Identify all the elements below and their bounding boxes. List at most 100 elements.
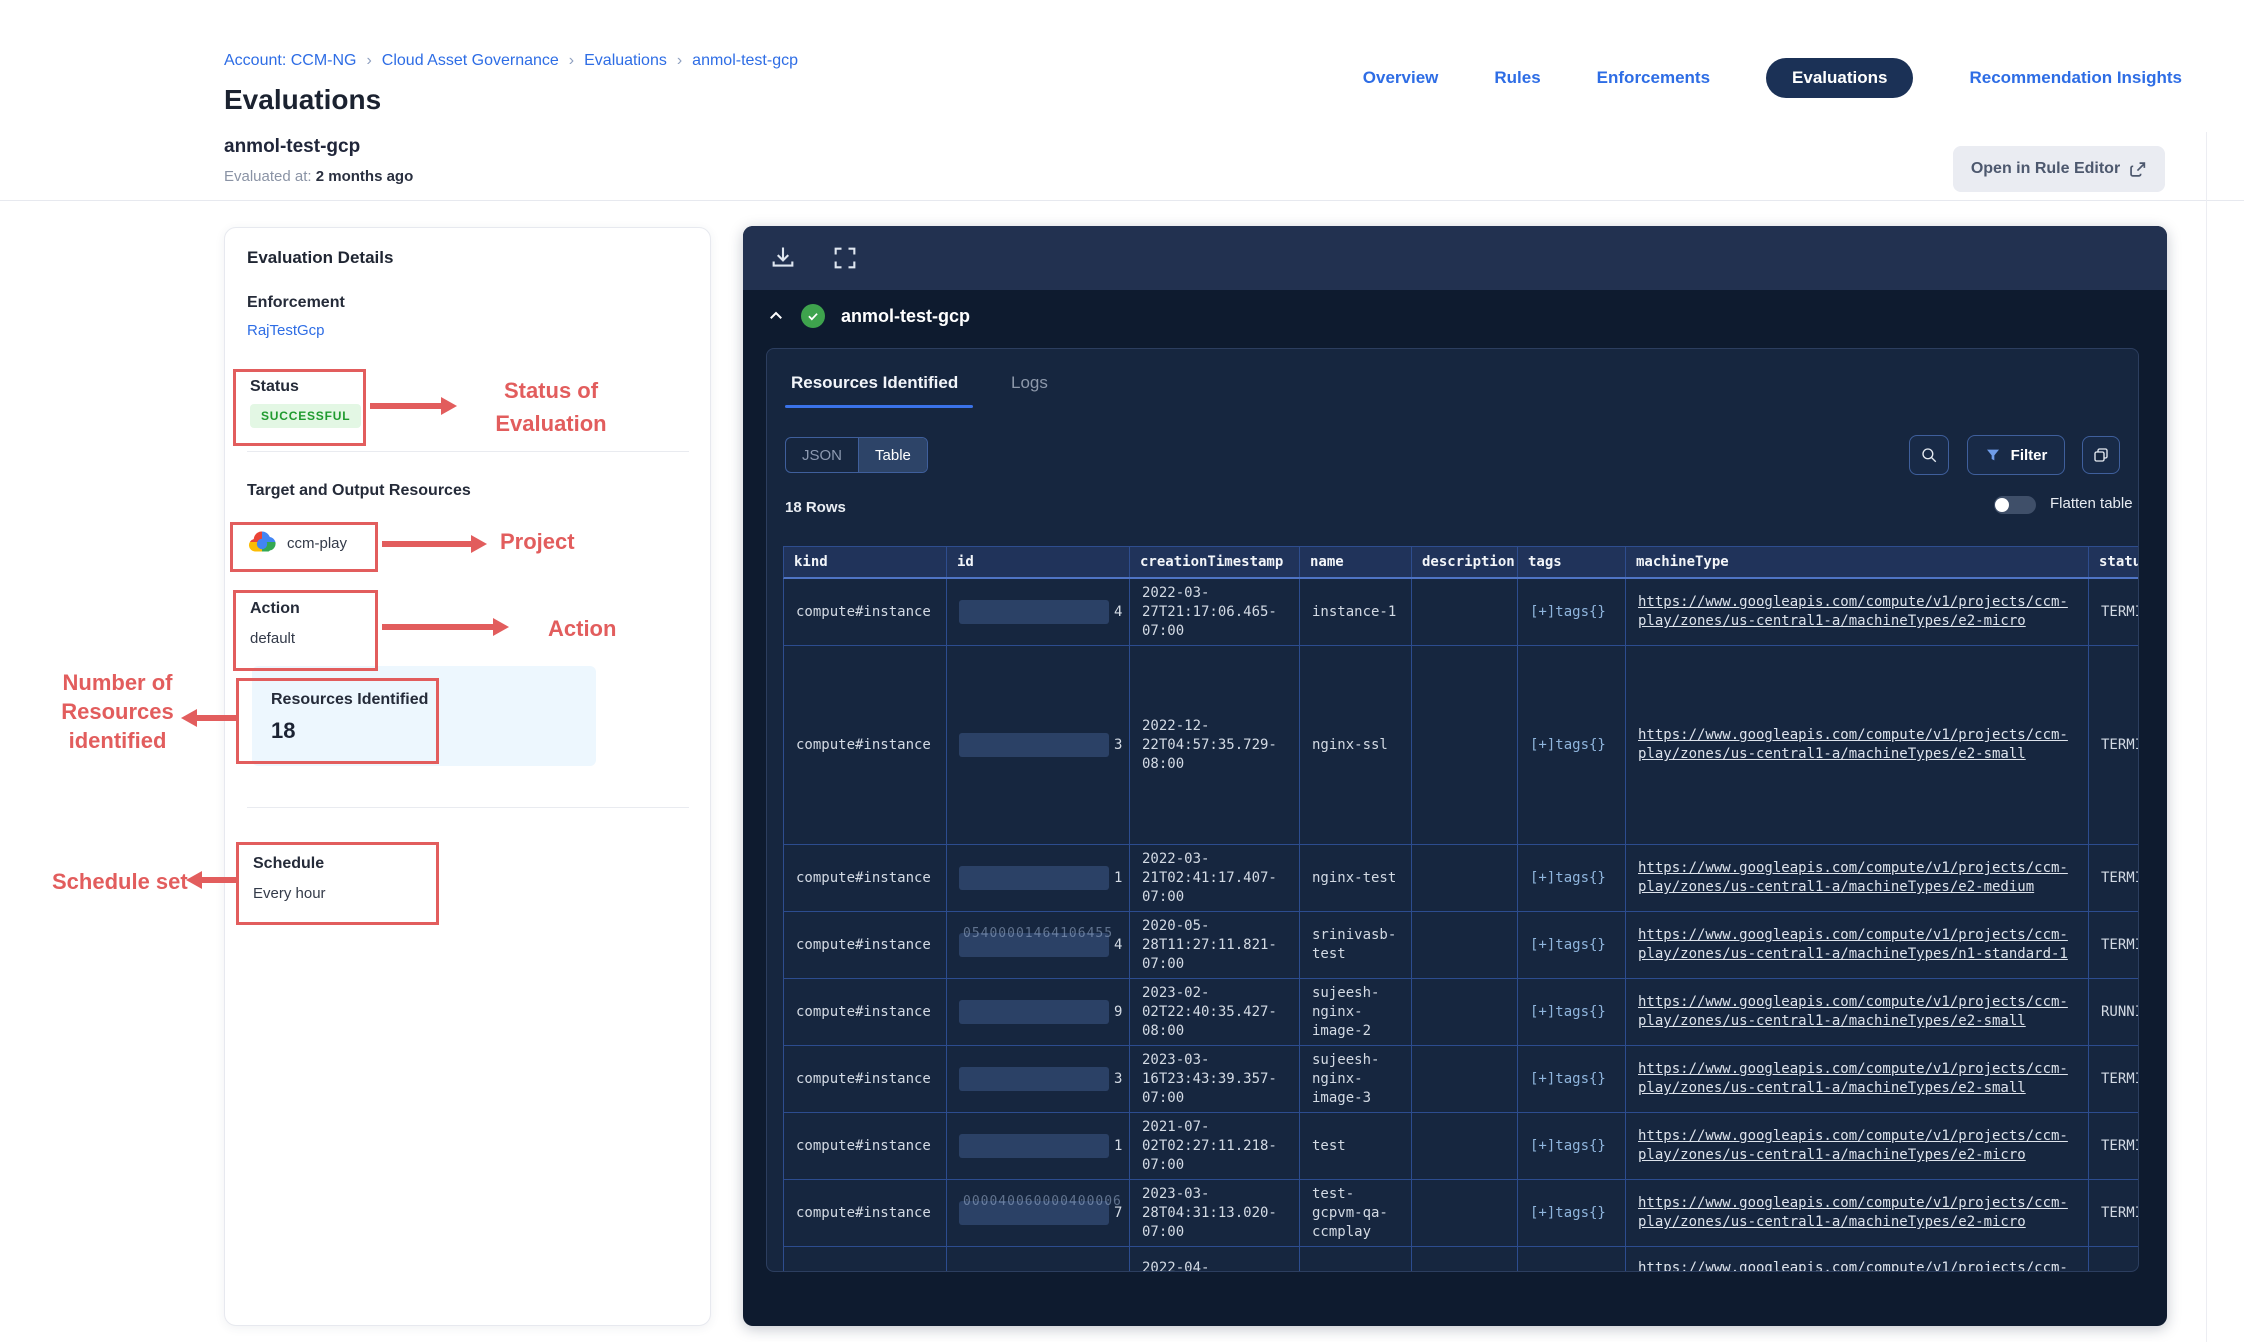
machine-type-link[interactable]: https://www.googleapis.com/compute/v1/pr…: [1638, 859, 2068, 897]
cell-name: srinivasb- test: [1300, 912, 1412, 978]
gcp-logo-icon: [247, 530, 277, 554]
cell-tags[interactable]: [+]tags{}: [1518, 1046, 1626, 1112]
breadcrumb: Account: CCM-NG › Cloud Asset Governance › E…: [224, 52, 798, 70]
id-trailing-digit: 1: [1114, 869, 1122, 888]
resources-identified-count: 18: [271, 718, 295, 744]
nav-item-rules[interactable]: Rules: [1494, 68, 1540, 88]
cell-machine-type: https://www.googleapis.com/compute/v1/pr…: [1626, 646, 2089, 844]
success-check-icon: [801, 304, 825, 328]
cell-status: TERMINATED: [2089, 1113, 2139, 1179]
cell-name: nginx-ssl: [1300, 646, 1412, 844]
cell-id: 3: [947, 1046, 1130, 1112]
machine-type-link[interactable]: https://www.googleapis.com/compute/v1/pr…: [1638, 1060, 2068, 1098]
filter-icon: [1985, 447, 2001, 463]
page-title: Evaluations: [224, 84, 381, 116]
machine-type-link[interactable]: https://www.googleapis.com/compute/v1/pr…: [1638, 726, 2068, 764]
external-link-icon: [2130, 161, 2147, 178]
cell-machine-type: https://www.googleapis.com/compute/v1/pr…: [1626, 979, 2089, 1045]
tab-resources-identified[interactable]: Resources Identified: [791, 373, 958, 393]
cell-tags[interactable]: [+]tags{}: [1518, 979, 1626, 1045]
cell-creation-timestamp: 2022-12- 22T04:57:35.729- 08:00: [1130, 646, 1300, 844]
view-toggle-json[interactable]: JSON: [786, 438, 858, 472]
flatten-toggle[interactable]: [1994, 496, 2036, 514]
id-trailing-digit: 4: [1114, 603, 1122, 622]
cell-description: [1412, 1180, 1518, 1246]
cell-machine-type: https://www.googleapis.com/compute/v1/pr…: [1626, 579, 2089, 645]
search-button[interactable]: [1909, 435, 1949, 475]
cell-description: [1412, 845, 1518, 911]
cell-status: TERMINATED: [2089, 646, 2139, 844]
breadcrumb-separator: ›: [569, 52, 574, 70]
cell-description: [1412, 1247, 1518, 1272]
nav-item-overview[interactable]: Overview: [1363, 68, 1439, 88]
panel-evaluation-title: anmol-test-gcp: [841, 306, 970, 327]
annotation-text-resources: Number of Resources identified: [40, 668, 195, 755]
open-in-rule-editor-button[interactable]: Open in Rule Editor: [1953, 146, 2165, 192]
nav-item-evaluations[interactable]: Evaluations: [1766, 58, 1913, 98]
cell-tags: [1518, 1247, 1626, 1272]
cell-kind: [784, 1247, 947, 1272]
cell-tags[interactable]: [+]tags{}: [1518, 579, 1626, 645]
cell-name: [1300, 1247, 1412, 1272]
cell-creation-timestamp: 2022-03- 27T21:17:06.465- 07:00: [1130, 579, 1300, 645]
details-title: Evaluation Details: [247, 248, 393, 268]
cell-tags[interactable]: [+]tags{}: [1518, 1180, 1626, 1246]
machine-type-link[interactable]: https://www.googleapis.com/compute/v1/pr…: [1638, 926, 2068, 964]
annotation-arrow-status: [370, 403, 442, 409]
table-row: compute#instance32023-03- 16T23:43:39.35…: [783, 1046, 2139, 1113]
cell-status: TERMINATED: [2089, 579, 2139, 645]
cell-status: [2089, 1247, 2139, 1272]
search-icon: [1920, 446, 1938, 464]
machine-type-link[interactable]: https://www.googleapis.com/compute/v1/pr…: [1638, 1194, 2068, 1232]
table-row: compute#instance0540000146410645542020-0…: [783, 912, 2139, 979]
cell-kind: compute#instance: [784, 1180, 947, 1246]
cell-tags[interactable]: [+]tags{}: [1518, 646, 1626, 844]
panel-title-row: anmol-test-gcp: [767, 304, 970, 328]
nav-item-enforcements[interactable]: Enforcements: [1597, 68, 1710, 88]
header-divider: [0, 200, 2244, 201]
enforcement-link[interactable]: RajTestGcp: [247, 322, 325, 339]
cell-tags[interactable]: [+]tags{}: [1518, 1113, 1626, 1179]
enforcement-label: Enforcement: [247, 294, 345, 312]
breadcrumb-item[interactable]: anmol-test-gcp: [692, 52, 798, 70]
breadcrumb-item[interactable]: Evaluations: [584, 52, 667, 70]
fullscreen-icon[interactable]: [831, 244, 859, 272]
active-tab-underline: [785, 405, 973, 408]
breadcrumb-item[interactable]: Account: CCM-NG: [224, 52, 356, 70]
collapse-chevron-icon[interactable]: [767, 307, 785, 325]
view-toggle-table[interactable]: Table: [858, 438, 927, 472]
column-header-description: description: [1412, 547, 1518, 577]
copy-button[interactable]: [2082, 436, 2120, 474]
download-icon[interactable]: [769, 244, 797, 272]
cell-name: nginx-test: [1300, 845, 1412, 911]
tab-logs[interactable]: Logs: [1011, 373, 1048, 393]
view-toggle: JSON Table: [785, 437, 928, 473]
table-row: compute#instance32022-12- 22T04:57:35.72…: [783, 646, 2139, 845]
annotation-text-action: Action: [548, 613, 616, 644]
machine-type-link[interactable]: https://www.googleapis.com/compute/v1/pr…: [1638, 993, 2068, 1031]
copy-icon: [2092, 446, 2110, 464]
page-scrollbar-gutter[interactable]: [2206, 132, 2207, 1342]
id-trailing-digit: 4: [1114, 936, 1122, 955]
rows-count: 18 Rows: [785, 499, 846, 516]
redacted-id-block: [959, 600, 1109, 624]
cell-kind: compute#instance: [784, 646, 947, 844]
cell-id: 0000400600004000067: [947, 1180, 1130, 1246]
cell-tags[interactable]: [+]tags{}: [1518, 845, 1626, 911]
machine-type-link[interactable]: https://www.googleapis.com/compute/v1/pr…: [1638, 1127, 2068, 1165]
cell-description: [1412, 646, 1518, 844]
cell-creation-timestamp: 2023-02- 02T22:40:35.427- 08:00: [1130, 979, 1300, 1045]
cell-machine-type: https://www.googleapis.com/compute/v1/pr…: [1626, 1247, 2089, 1272]
cell-kind: compute#instance: [784, 979, 947, 1045]
breadcrumb-separator: ›: [677, 52, 682, 70]
nav-item-recommendation-insights[interactable]: Recommendation Insights: [1969, 68, 2182, 88]
cell-tags[interactable]: [+]tags{}: [1518, 912, 1626, 978]
filter-button[interactable]: Filter: [1967, 435, 2065, 475]
cell-name: test- gcpvm-qa- ccmplay: [1300, 1180, 1412, 1246]
evaluated-at-label: Evaluated at:: [224, 168, 312, 185]
machine-type-link[interactable]: https://www.googleapis.com/compute/v1/pr…: [1638, 1259, 2068, 1272]
machine-type-link[interactable]: https://www.googleapis.com/compute/v1/pr…: [1638, 593, 2068, 631]
breadcrumb-item[interactable]: Cloud Asset Governance: [382, 52, 559, 70]
table-header: kindidcreationTimestampnamedescriptionta…: [783, 546, 2139, 579]
project-value: ccm-play: [287, 535, 347, 552]
